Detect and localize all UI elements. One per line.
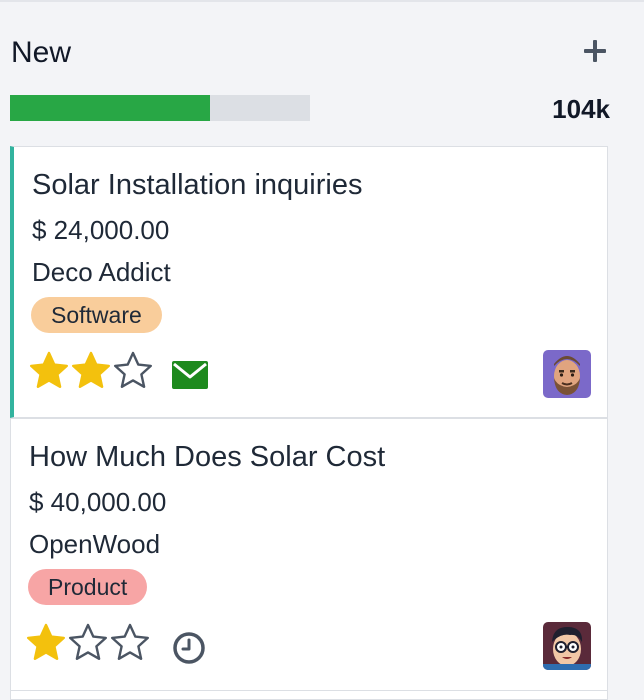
column-header: New: [10, 30, 610, 80]
card-amount: $ 40,000.00: [29, 487, 167, 517]
envelope-icon[interactable]: [170, 355, 210, 395]
kanban-column-new: New 104k Solar Installation inquiries $ …: [10, 0, 610, 700]
kanban-card-partial[interactable]: [10, 690, 608, 700]
card-customer: OpenWood: [29, 529, 161, 559]
avatar-bearded-man[interactable]: [543, 350, 591, 398]
kanban-card[interactable]: How Much Does Solar Cost $ 40,000.00 Ope…: [10, 418, 608, 691]
column-title[interactable]: New: [11, 36, 71, 70]
tag-product: Product: [28, 569, 148, 605]
clock-icon[interactable]: [169, 628, 209, 668]
card-title: Solar Installation inquiries: [32, 169, 363, 201]
column-total-amount: 104k: [552, 94, 610, 124]
priority-stars: [25, 622, 151, 662]
star-filled-icon[interactable]: [70, 350, 112, 390]
star-filled-icon[interactable]: [25, 622, 67, 662]
star-filled-icon[interactable]: [28, 350, 70, 390]
priority-stars: [28, 350, 154, 390]
avatar-glasses-man[interactable]: [543, 622, 591, 670]
tag-software: Software: [31, 297, 162, 333]
card-customer: Deco Addict: [32, 257, 171, 287]
card-title: How Much Does Solar Cost: [29, 441, 386, 473]
kanban-card[interactable]: Solar Installation inquiries $ 24,000.00…: [10, 146, 608, 418]
star-empty-icon[interactable]: [112, 350, 154, 390]
star-empty-icon[interactable]: [67, 622, 109, 662]
star-empty-icon[interactable]: [109, 622, 151, 662]
card-amount: $ 24,000.00: [32, 215, 170, 245]
progress-bar-fill[interactable]: [10, 95, 211, 121]
column-progress-bar[interactable]: [10, 95, 310, 121]
add-card-plus-icon[interactable]: [582, 38, 608, 64]
